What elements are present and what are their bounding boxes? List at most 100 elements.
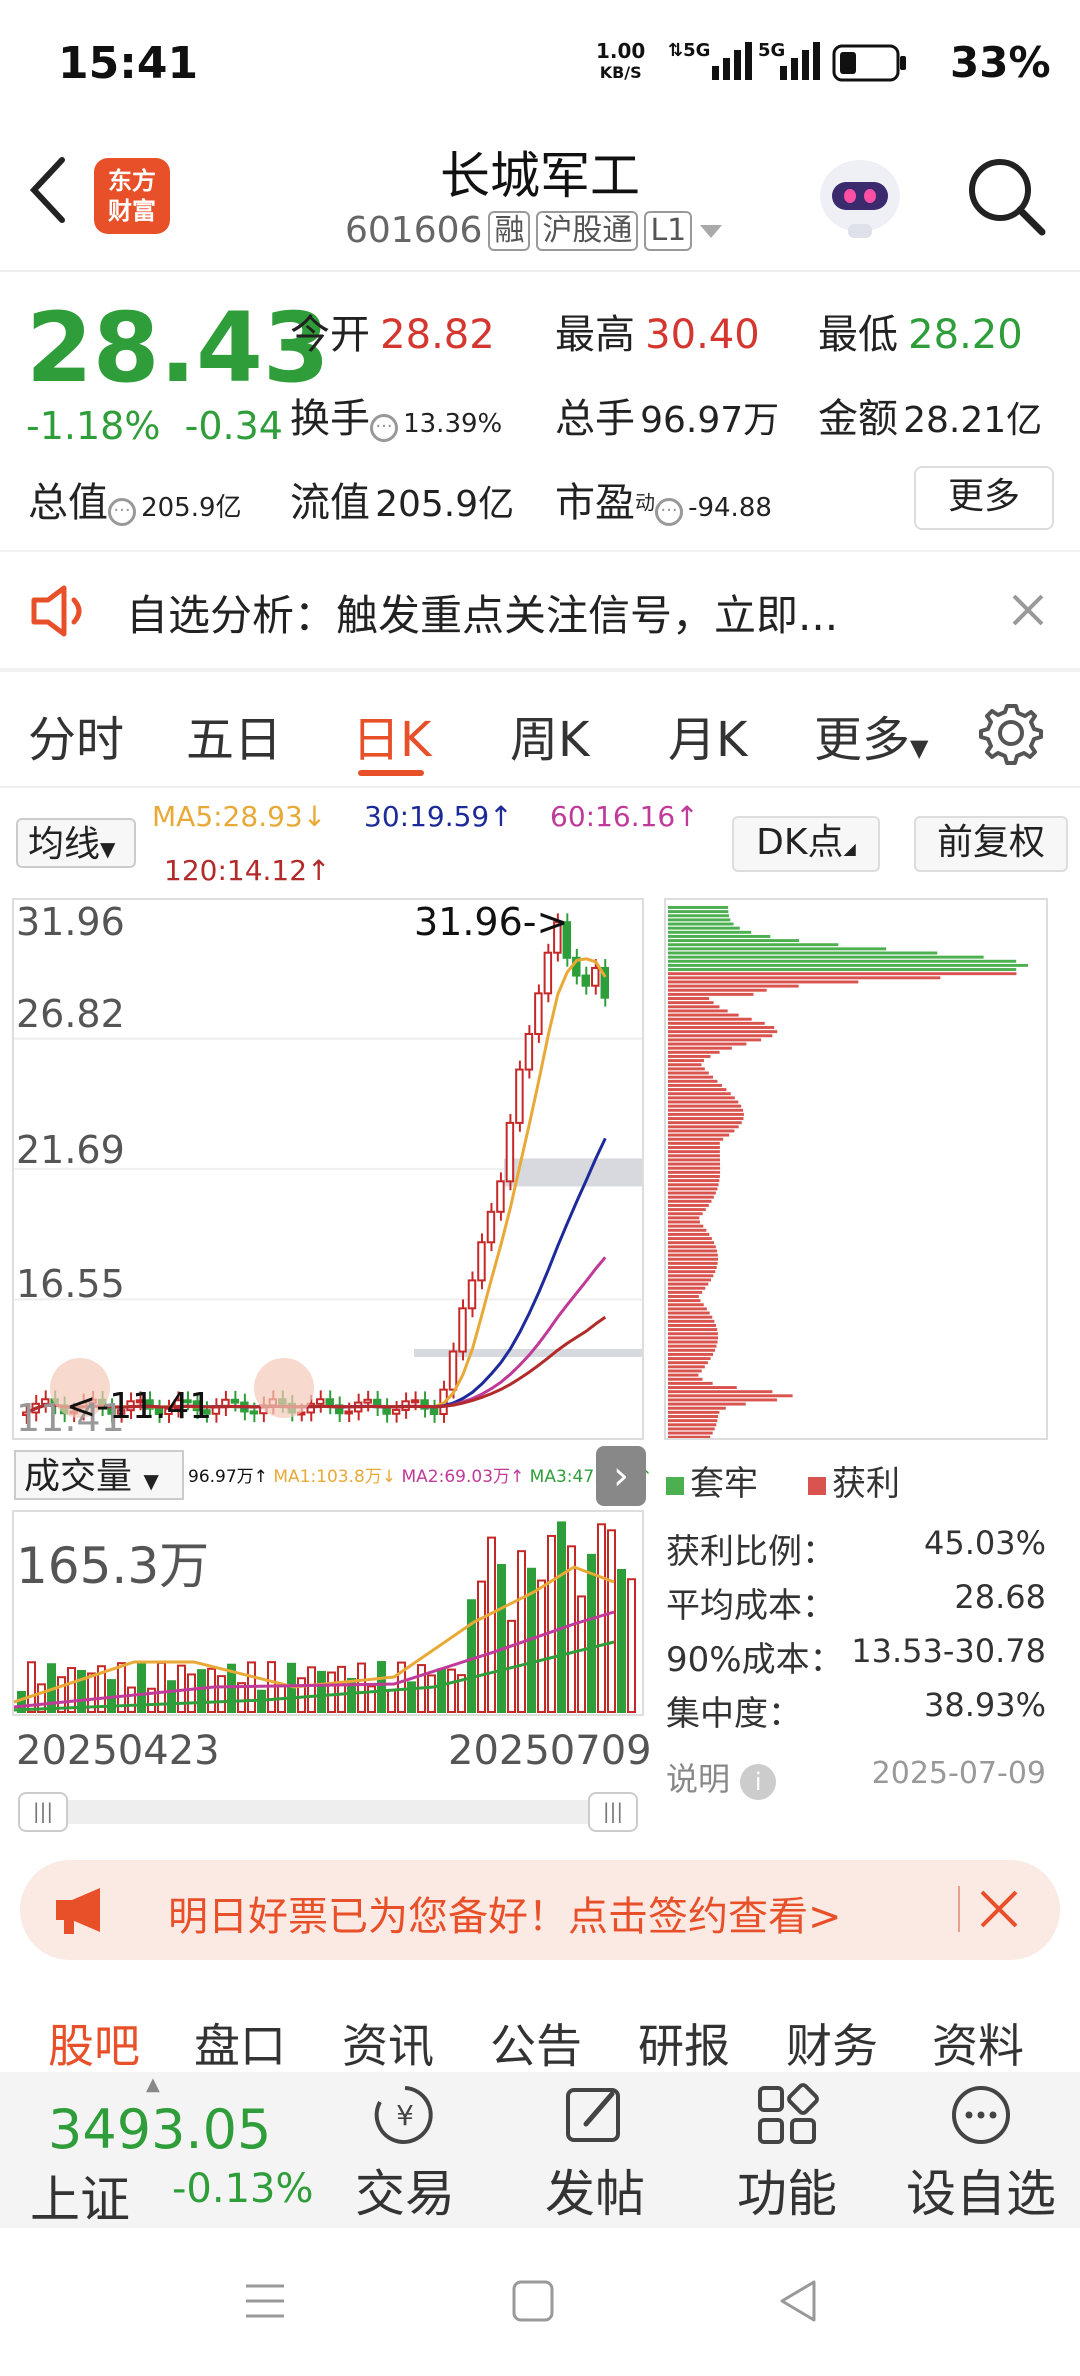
volume-value: 96.97万 bbox=[640, 400, 780, 441]
tab-weekly-k[interactable]: 周K bbox=[510, 700, 589, 770]
vol-value: 96.97万↑ bbox=[188, 1467, 268, 1487]
chip-bar bbox=[668, 1175, 720, 1178]
more-button[interactable]: 更多 bbox=[914, 466, 1054, 530]
chip-bar bbox=[668, 1199, 712, 1203]
volume-bar bbox=[537, 1579, 546, 1714]
indicator-select[interactable]: 均线▼ bbox=[16, 818, 136, 868]
tag-connect: 沪股通 bbox=[536, 210, 639, 251]
robot-assistant-icon[interactable] bbox=[812, 148, 908, 244]
index-value[interactable]: 3493.05 bbox=[48, 2098, 271, 2161]
tab-more[interactable]: 更多▼ bbox=[814, 700, 928, 770]
volume-bar bbox=[197, 1669, 206, 1713]
back-nav-icon[interactable] bbox=[774, 2276, 824, 2326]
candle-body bbox=[316, 1398, 325, 1405]
start-date: 20250423 bbox=[16, 1728, 220, 1774]
volume-indicator-select[interactable]: 成交量 ▼ bbox=[14, 1450, 184, 1500]
function-button[interactable]: 功能 bbox=[712, 2080, 862, 2226]
chip-bar bbox=[668, 1361, 708, 1365]
chip-bar bbox=[668, 1141, 720, 1145]
chip-bar bbox=[668, 914, 729, 918]
resistance-band bbox=[504, 1158, 642, 1187]
chip-bar bbox=[668, 1088, 727, 1092]
chip-bar bbox=[668, 1009, 728, 1013]
tab-finance[interactable]: 财务 bbox=[786, 2010, 878, 2076]
signal-marker bbox=[254, 1358, 314, 1418]
chip-bar bbox=[668, 1212, 703, 1216]
chip-bar bbox=[668, 980, 859, 984]
chip-bar bbox=[668, 1431, 713, 1435]
close-icon[interactable] bbox=[1008, 590, 1048, 630]
tab-forum[interactable]: 股吧 bbox=[48, 2010, 140, 2076]
chip-bar bbox=[668, 1208, 706, 1212]
chip-bar bbox=[668, 1423, 717, 1427]
chip-bar bbox=[668, 926, 740, 930]
chip-bar bbox=[668, 1112, 744, 1116]
volume-bar bbox=[67, 1667, 76, 1713]
chip-bar bbox=[668, 1245, 716, 1249]
close-icon[interactable] bbox=[978, 1888, 1020, 1930]
y-label-3: 21.69 bbox=[16, 1128, 125, 1172]
tab-intraday[interactable]: 分时 bbox=[28, 700, 124, 770]
chip-bar bbox=[668, 1183, 719, 1187]
chip-bar bbox=[668, 1150, 720, 1154]
tab-research[interactable]: 研报 bbox=[638, 2010, 730, 2076]
high-row: 最高 30.40 bbox=[555, 302, 760, 360]
ma60-value: 60:16.16↑ bbox=[550, 800, 699, 833]
candle-body bbox=[230, 1398, 240, 1404]
chip-bar bbox=[668, 1373, 699, 1377]
chip-bar bbox=[668, 1013, 739, 1017]
chip-bar bbox=[668, 1034, 773, 1038]
legend-trapped-label: 套牢 bbox=[690, 1464, 758, 1504]
chip-bar bbox=[668, 1419, 718, 1423]
chip-bar bbox=[668, 918, 731, 922]
gear-icon[interactable] bbox=[978, 700, 1044, 766]
range-slider-track[interactable] bbox=[18, 1800, 638, 1824]
volume-bar bbox=[357, 1662, 366, 1713]
trade-button[interactable]: ¥ 交易 bbox=[330, 2080, 480, 2226]
current-price: 28.43 bbox=[26, 292, 330, 404]
tab-announcements[interactable]: 公告 bbox=[490, 2010, 582, 2076]
chip-note[interactable]: 说明 i bbox=[666, 1754, 777, 1800]
tab-daily-k[interactable]: 日K bbox=[352, 700, 431, 770]
candle-body bbox=[591, 966, 600, 987]
chip-bar bbox=[668, 1295, 699, 1298]
index-name[interactable]: 上证 bbox=[30, 2160, 130, 2232]
tab-news[interactable]: 资讯 bbox=[342, 2010, 434, 2076]
change-percent: -1.18% bbox=[26, 404, 161, 448]
tab-orderbook[interactable]: 盘口 bbox=[194, 2010, 286, 2076]
change-value: -0.34 bbox=[184, 404, 283, 448]
range-slider-right-handle[interactable]: ||| bbox=[588, 1792, 638, 1832]
pe-row[interactable]: 市盈动 ··· -94.88 bbox=[555, 470, 772, 528]
home-icon[interactable] bbox=[510, 2278, 556, 2324]
add-watchlist-button[interactable]: 设自选 bbox=[906, 2080, 1056, 2226]
chip-bar bbox=[668, 1224, 704, 1228]
dk-point-button[interactable]: DK点◢ bbox=[732, 816, 880, 872]
chip-bar bbox=[668, 1005, 720, 1009]
menu-icon[interactable] bbox=[240, 2276, 290, 2326]
amount-label: 金额 bbox=[818, 396, 898, 442]
candle-body bbox=[410, 1399, 420, 1404]
tab-profile[interactable]: 资料 bbox=[932, 2010, 1024, 2076]
chip-bar bbox=[668, 1071, 709, 1075]
adjustment-button[interactable]: 前复权 bbox=[914, 816, 1068, 872]
signal-icon-2: 5G bbox=[758, 40, 820, 80]
edit-icon bbox=[566, 2088, 620, 2142]
range-slider-left-handle[interactable]: ||| bbox=[18, 1792, 68, 1832]
turnover-label: 换手 bbox=[290, 396, 370, 442]
turnover-row[interactable]: 换手 ··· 13.39% bbox=[290, 386, 502, 444]
expand-arrow-icon[interactable]: › bbox=[596, 1446, 646, 1506]
status-time: 15:41 bbox=[58, 38, 199, 89]
ma120-value: 120:14.12↑ bbox=[164, 854, 331, 887]
chip-bar bbox=[668, 1261, 718, 1265]
chip-bar bbox=[668, 955, 984, 959]
stock-code-row[interactable]: 601606 融 沪股通 L1 bbox=[345, 210, 724, 251]
chip-bar bbox=[668, 1348, 716, 1352]
search-icon[interactable] bbox=[960, 150, 1050, 240]
chip-bar bbox=[668, 1054, 711, 1058]
chip-bar bbox=[668, 1042, 747, 1046]
tab-five-day[interactable]: 五日 bbox=[186, 700, 282, 770]
tab-monthly-k[interactable]: 月K bbox=[668, 700, 747, 770]
post-button[interactable]: 发帖 bbox=[520, 2080, 670, 2226]
market-cap-row[interactable]: 总值 ··· 205.9亿 bbox=[28, 470, 242, 528]
candle-body bbox=[486, 1210, 496, 1244]
